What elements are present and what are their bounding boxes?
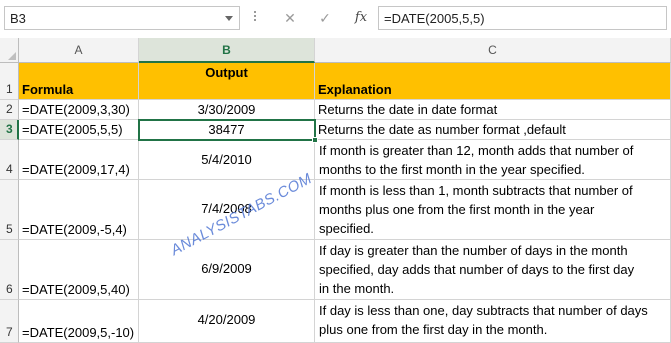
cancel-icon[interactable]: ✕ [277,8,303,28]
explanation-line: specified, day adds that number of days … [319,262,635,277]
explanation-text: If day is less than one, day subtracts t… [319,301,668,339]
cell-b7[interactable]: 4/20/2009 [139,300,315,343]
formula-text: =DATE(2005,5,5) [384,11,485,26]
cell-c4[interactable]: If month is greater than 12, month adds … [315,140,671,180]
cell-b2[interactable]: 3/30/2009 [139,100,315,120]
explanation-text: If day is greater than the number of day… [319,241,668,298]
formula-value: =DATE(2005,5,5) [22,122,123,137]
name-box-value: B3 [10,11,26,26]
cell-a7[interactable]: =DATE(2009,5,-10) [19,300,139,343]
output-value: 6/9/2009 [201,261,252,276]
formula-bar: B3 ✕ ✓ fx =DATE(2005,5,5) [0,0,671,38]
explanation-text: If month is greater than 12, month adds … [319,141,668,179]
column-header-c[interactable]: C [315,38,671,63]
explanation-line: If day is less than one, day subtracts t… [319,303,648,318]
formula-value: =DATE(2009,17,4) [22,162,130,177]
cell-b6[interactable]: 6/9/2009 [139,240,315,300]
explanation-line: If day is greater than the number of day… [319,243,628,258]
column-header-a[interactable]: A [19,38,139,63]
explanation-header: Explanation [318,82,392,97]
cell-a4[interactable]: =DATE(2009,17,4) [19,140,139,180]
select-all-corner[interactable] [0,38,19,63]
chevron-down-icon[interactable] [225,16,233,21]
explanation-line: If month is greater than 12, month adds … [319,143,634,158]
explanation-line: specified. [319,221,374,236]
explanation-line: Returns the date as number format ,defau… [318,122,566,137]
explanation-line: If month is less than 1, month subtracts… [319,183,633,198]
row-header-2[interactable]: 2 [0,100,19,120]
formula-value: =DATE(2009,3,30) [22,102,130,117]
formula-header: Formula [22,82,74,97]
row-header-4[interactable]: 4 [0,140,19,180]
drag-handle-icon[interactable] [254,11,257,25]
output-header: Output [205,65,248,80]
insert-function-icon[interactable]: fx [348,8,374,28]
explanation-text: If month is less than 1, month subtracts… [319,181,668,238]
explanation-line: plus one from the first day in the month… [319,322,548,337]
active-cell-outline [138,119,316,141]
cell-b4[interactable]: 5/4/2010 [139,140,315,180]
cell-a2[interactable]: =DATE(2009,3,30) [19,100,139,120]
formula-value: =DATE(2009,5,40) [22,282,130,297]
cell-c5[interactable]: If month is less than 1, month subtracts… [315,180,671,240]
name-box[interactable]: B3 [4,6,240,30]
cell-c1[interactable]: Explanation [315,63,671,100]
cell-a6[interactable]: =DATE(2009,5,40) [19,240,139,300]
output-value: 4/20/2009 [197,312,256,327]
enter-icon[interactable]: ✓ [312,8,338,28]
explanation-line: in the month. [319,281,395,296]
cell-c2[interactable]: Returns the date in date format [315,100,671,120]
formula-input[interactable]: =DATE(2005,5,5) [378,6,667,30]
cell-a3[interactable]: =DATE(2005,5,5) [19,120,139,140]
cell-c6[interactable]: If day is greater than the number of day… [315,240,671,300]
row-header-6[interactable]: 6 [0,240,19,300]
cell-a1[interactable]: Formula [19,63,139,100]
cell-a5[interactable]: =DATE(2009,-5,4) [19,180,139,240]
explanation-line: months to the first month in the year sp… [319,162,585,177]
output-value: 5/4/2010 [201,152,252,167]
explanation-line: months plus one from the first month in … [319,202,595,217]
row-header-1[interactable]: 1 [0,63,19,100]
cell-c3[interactable]: Returns the date as number format ,defau… [315,120,671,140]
row-header-5[interactable]: 5 [0,180,19,240]
fill-handle[interactable] [312,137,318,143]
row-header-3[interactable]: 3 [0,120,19,140]
select-all-icon [8,52,16,60]
cell-b1[interactable]: Output [139,63,315,100]
explanation-line: Returns the date in date format [318,102,498,117]
cell-c7[interactable]: If day is less than one, day subtracts t… [315,300,671,343]
row-header-7[interactable]: 7 [0,300,19,343]
spreadsheet-grid: A B C 1 2 3 4 5 6 7 Formula Output Expla… [0,38,671,343]
output-value: 3/30/2009 [197,102,256,117]
formula-value: =DATE(2009,-5,4) [22,222,127,237]
formula-value: =DATE(2009,5,-10) [22,325,135,340]
column-header-b[interactable]: B [139,38,315,63]
